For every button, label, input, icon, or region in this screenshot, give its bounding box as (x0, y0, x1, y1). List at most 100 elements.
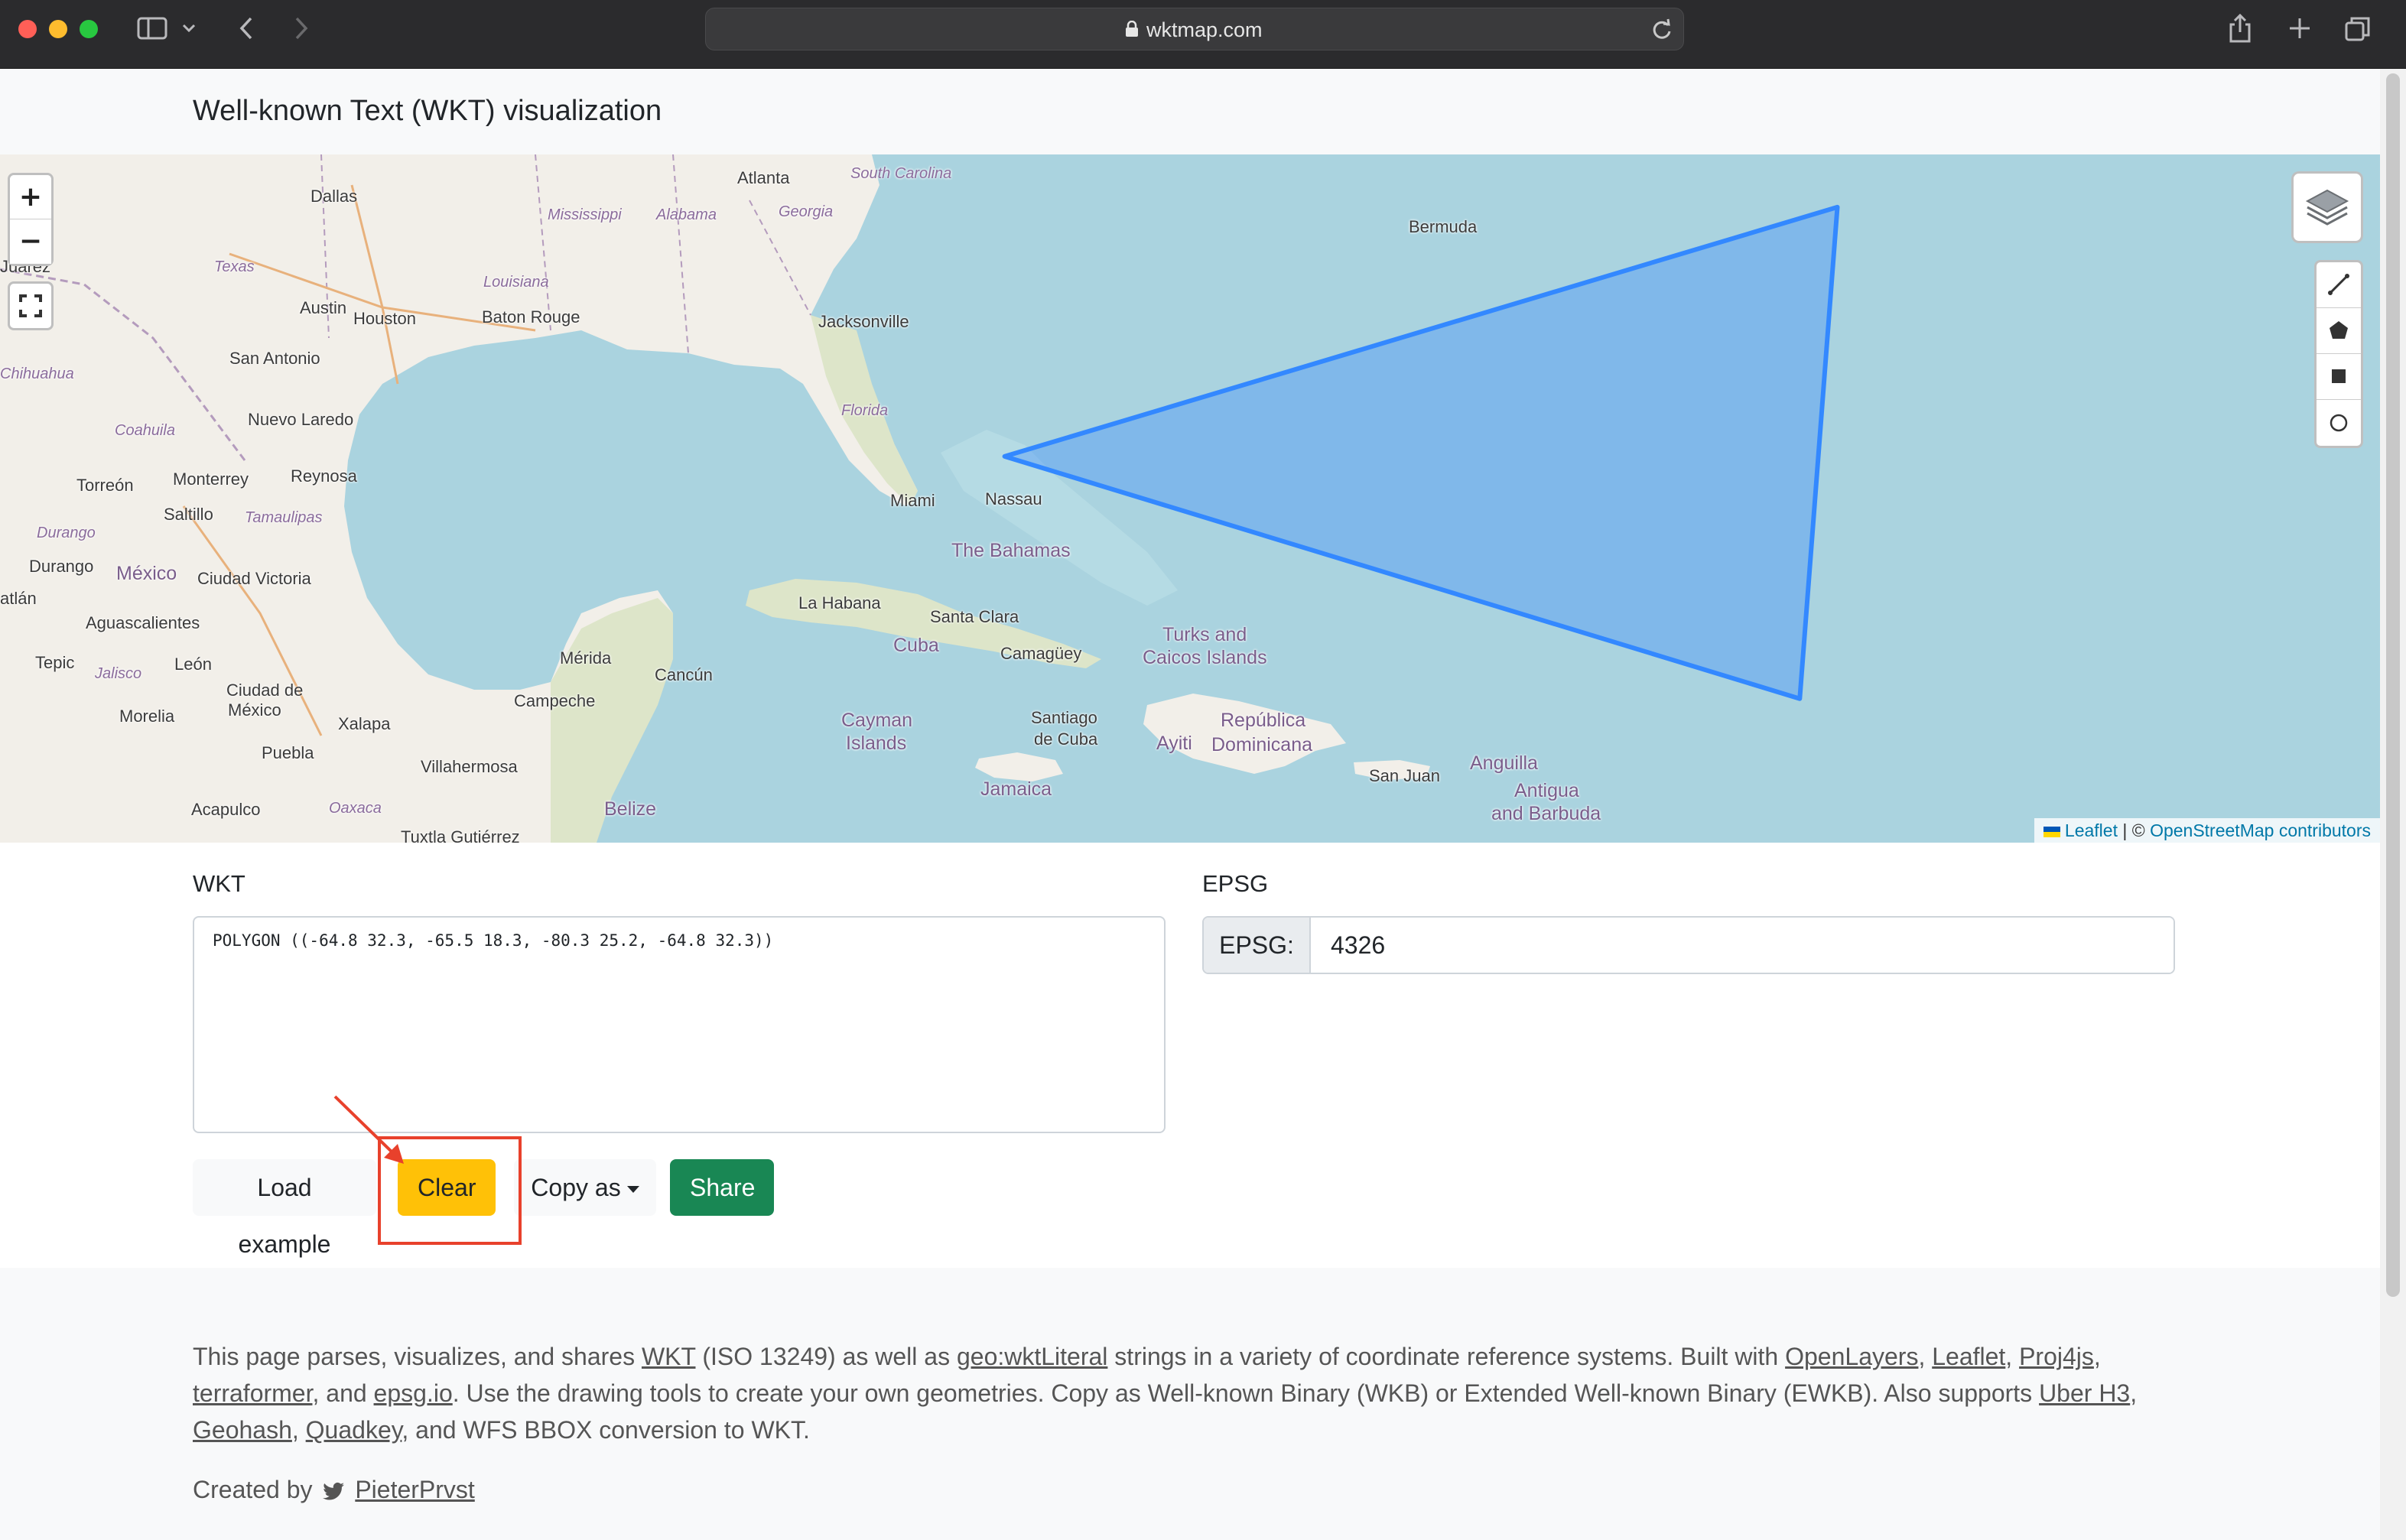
map-label-dominicana: Dominicana (1211, 734, 1313, 755)
map-label-puebla: Puebla (262, 743, 314, 762)
zoom-out-button[interactable]: − (10, 219, 51, 264)
epsg-label: EPSG (1202, 870, 1269, 897)
share-button[interactable]: Share (670, 1159, 774, 1216)
maximize-window-button[interactable] (80, 20, 98, 38)
footer-text-segment: , (1918, 1343, 1933, 1370)
draw-line-button[interactable] (2317, 262, 2361, 308)
rectangle-icon (2332, 369, 2346, 383)
footer-description: This page parses, visualizes, and shares… (193, 1338, 2181, 1448)
draw-rectangle-button[interactable] (2317, 354, 2361, 400)
lock-icon (1126, 21, 1138, 37)
epsgio-link[interactable]: epsg.io (374, 1379, 453, 1407)
address-bar[interactable]: wktmap.com (705, 8, 1684, 50)
map-label-cancun: Cancún (655, 665, 713, 684)
reload-icon[interactable] (1651, 16, 1673, 48)
map-label-de-cuba: de Cuba (1034, 729, 1098, 749)
map-label-mississippi: Mississippi (548, 206, 622, 223)
wkt-polygon[interactable] (1002, 204, 1840, 701)
page-scrollbar[interactable] (2380, 69, 2406, 1540)
osm-link[interactable]: OpenStreetMap contributors (2150, 820, 2371, 840)
copy-as-dropdown[interactable]: Copy as (514, 1159, 656, 1216)
share-icon[interactable] (2222, 11, 2258, 46)
zoom-in-button[interactable]: + (10, 175, 51, 219)
map-label-tuxtla: Tuxtla Gutiérrez (401, 827, 520, 843)
map-label-ciudad-de: Ciudad de (226, 681, 304, 700)
map-label-santa-clara: Santa Clara (930, 607, 1019, 626)
geo-wktliteral-link[interactable]: geo:wktLiteral (957, 1343, 1107, 1370)
footer-text-segment: , (2005, 1343, 2020, 1370)
map-label-bermuda: Bermuda (1409, 217, 1478, 236)
caret-down-icon (626, 1186, 639, 1194)
layers-control[interactable] (2291, 171, 2363, 243)
map-label-georgia: Georgia (779, 203, 834, 220)
scrollbar-thumb[interactable] (2386, 73, 2400, 1297)
map-label-austin: Austin (300, 298, 347, 317)
leaflet-footer-link[interactable]: Leaflet (1932, 1343, 2005, 1370)
map-label-atlanta: Atlanta (737, 168, 790, 187)
uber-h3-link[interactable]: Uber H3 (2039, 1379, 2130, 1407)
map-label-mazatlan: atlán (0, 589, 37, 608)
circle-icon (2330, 414, 2348, 432)
wkt-link[interactable]: WKT (642, 1343, 696, 1370)
map-label-baton-rouge: Baton Rouge (482, 307, 580, 327)
map-label-alabama: Alabama (656, 206, 717, 223)
map-label-tepic: Tepic (35, 653, 75, 672)
new-tab-icon[interactable] (2282, 11, 2317, 46)
created-by-text: Created by (193, 1476, 313, 1503)
footer-text-segment: , and (312, 1379, 374, 1407)
footer-text-segment: , (2093, 1343, 2101, 1370)
map-label-florida: Florida (841, 402, 889, 419)
map-attribution: Leaflet | © OpenStreetMap contributors (2034, 818, 2380, 843)
map-label-leon: León (174, 655, 212, 674)
footer-text-segment: , (2130, 1379, 2138, 1407)
openlayers-link[interactable]: OpenLayers (1785, 1343, 1918, 1370)
quadkey-link[interactable]: Quadkey (306, 1416, 402, 1444)
map-label-houston: Houston (353, 309, 416, 328)
map-label-la-habana: La Habana (798, 593, 881, 612)
draw-polygon-button[interactable] (2317, 308, 2361, 354)
attribution-separator: | © (2122, 820, 2145, 840)
map-label-monterrey: Monterrey (173, 469, 249, 489)
map-label-turks: Turks and (1162, 624, 1247, 645)
map-label-the-bahamas: The Bahamas (951, 540, 1071, 561)
map-view[interactable]: Dallas Atlanta South Carolina Mississipp… (0, 154, 2380, 843)
close-window-button[interactable] (18, 20, 37, 38)
forward-arrow-icon[interactable] (283, 11, 318, 46)
layers-icon (2305, 189, 2349, 226)
author-link[interactable]: PieterPrvst (355, 1476, 474, 1503)
map-label-louisiana: Louisiana (483, 274, 549, 291)
map-label-nuevo-laredo: Nuevo Laredo (248, 410, 354, 429)
draw-circle-button[interactable] (2317, 400, 2361, 446)
tab-overview-icon[interactable] (2340, 11, 2375, 46)
footer-text-segment: , and WFS BBOX conversion to WKT. (402, 1416, 810, 1444)
map-label-jacksonville: Jacksonville (818, 312, 909, 331)
map-label-jalisco: Jalisco (95, 665, 142, 682)
map-label-saltillo: Saltillo (164, 505, 213, 524)
terraformer-link[interactable]: terraformer (193, 1379, 312, 1407)
sidebar-toggle-icon[interactable] (135, 11, 170, 46)
map-label-reynosa: Reynosa (291, 466, 357, 486)
back-arrow-icon[interactable] (229, 11, 265, 46)
footer-text-segment: This page parses, visualizes, and shares (193, 1343, 642, 1370)
map-label-and-barbuda: and Barbuda (1491, 803, 1601, 824)
map-label-caicos: Caicos Islands (1143, 647, 1267, 668)
epsg-input-group: EPSG: (1202, 916, 2175, 974)
fullscreen-button[interactable] (8, 281, 54, 330)
polygon-icon (2330, 321, 2348, 339)
epsg-input[interactable] (1312, 918, 2174, 973)
geohash-link[interactable]: Geohash (193, 1416, 292, 1444)
draw-toolbar (2314, 260, 2363, 448)
leaflet-link[interactable]: Leaflet (2065, 820, 2118, 840)
page-title: Well-known Text (WKT) visualization (193, 95, 662, 127)
chevron-down-icon[interactable] (177, 11, 200, 46)
map-label-ciudad-victoria: Ciudad Victoria (197, 569, 311, 588)
wkt-label: WKT (193, 870, 245, 897)
map-label-merida: Mérida (560, 648, 612, 668)
map-label-republica: República (1221, 710, 1306, 731)
map-label-islands: Islands (846, 733, 907, 754)
map-label-villahermosa: Villahermosa (421, 757, 518, 776)
map-label-acapulco: Acapulco (191, 800, 261, 819)
minimize-window-button[interactable] (49, 20, 67, 38)
proj4js-link[interactable]: Proj4js (2019, 1343, 2094, 1370)
map-label-anguilla: Anguilla (1470, 752, 1538, 774)
